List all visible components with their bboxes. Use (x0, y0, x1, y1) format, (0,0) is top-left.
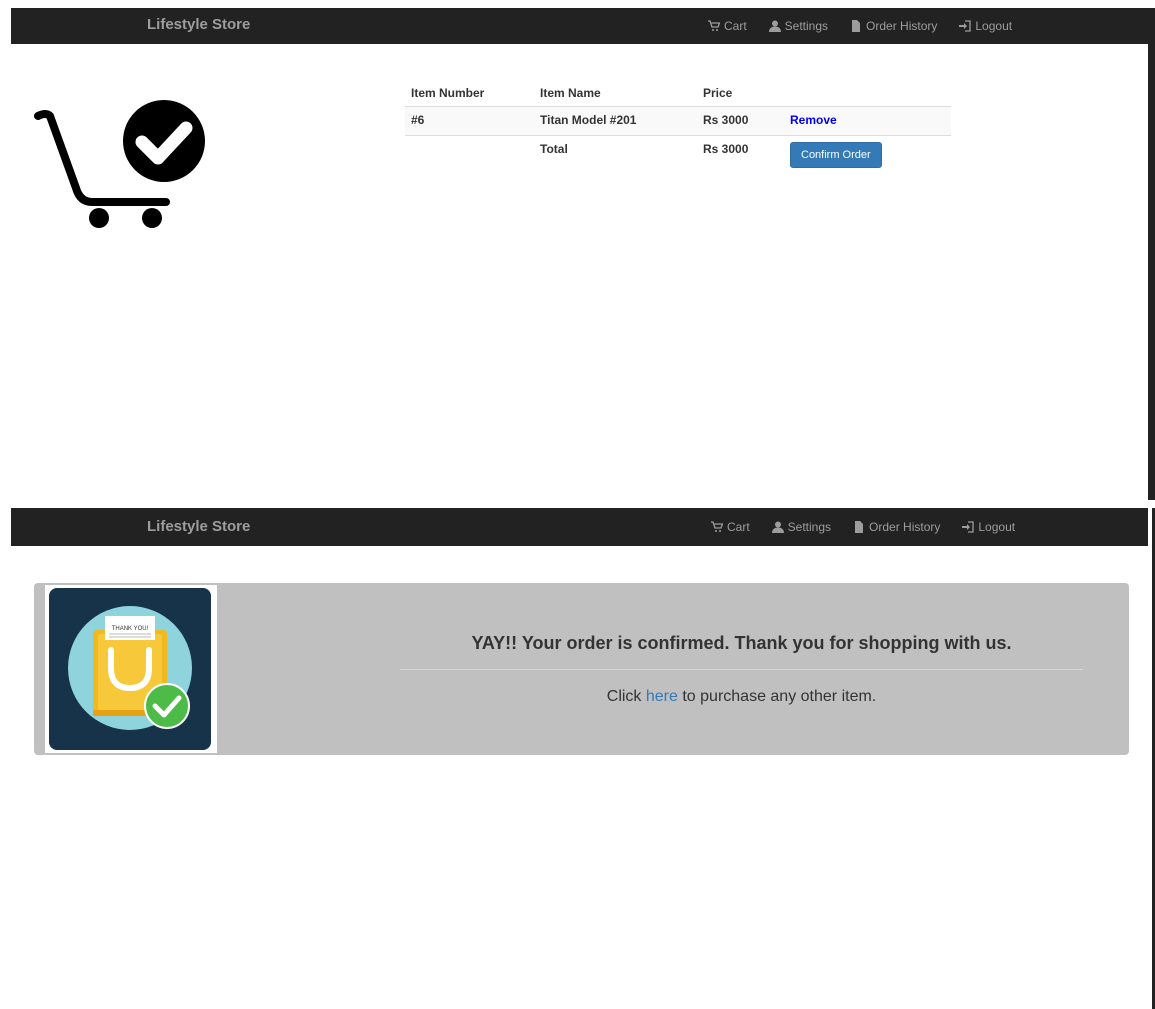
item-name: Titan Model #201 (534, 106, 697, 136)
nav-logout-link[interactable]: Logout (962, 520, 1015, 534)
header-item-number: Item Number (405, 80, 534, 107)
cart-confirmed-icon (34, 100, 205, 228)
shopping-bag-icon: THANK YOU! (49, 588, 211, 750)
nav-settings-link[interactable]: Settings (771, 520, 832, 534)
nav-cart-label: Cart (727, 520, 750, 534)
nav-order-history-link[interactable]: Order History (853, 520, 940, 534)
top-navbar: Lifestyle Store Cart Settings Order Hist… (11, 8, 1148, 44)
logout-icon (959, 20, 972, 32)
nav-settings-label: Settings (787, 520, 832, 534)
divider (400, 669, 1083, 670)
header-price: Price (697, 80, 784, 107)
total-price: Rs 3000 (703, 142, 749, 156)
user-icon (771, 521, 784, 533)
thank-you-image: THANK YOU! (45, 585, 217, 753)
header-item-name: Item Name (534, 80, 697, 107)
nav-order-history-link[interactable]: Order History (850, 19, 937, 33)
nav-logout-label: Logout (975, 19, 1013, 33)
nav-cart-link[interactable]: Cart (711, 520, 750, 534)
brand-link[interactable]: Lifestyle Store (147, 518, 250, 535)
thank-you-badge: THANK YOU! (112, 626, 149, 632)
sub-text-before: Click (606, 688, 646, 705)
cart-table: Item Number Item Name Price #6 Titan Mod… (405, 80, 951, 174)
header-action (784, 80, 951, 107)
sub-text-after: to purchase any other item. (677, 688, 877, 705)
table-row: #6 Titan Model #201 Rs 3000 Remove (405, 106, 951, 136)
item-price: Rs 3000 (697, 106, 784, 136)
nav-order-history-label: Order History (869, 520, 941, 534)
file-icon (852, 20, 861, 32)
scrollbar[interactable] (1148, 8, 1155, 500)
total-row: Total Rs 3000 Confirm Order (405, 136, 951, 175)
continue-shopping-text: Click here to purchase any other item. (400, 688, 1083, 706)
cart-icon (708, 20, 720, 31)
cart-icon (711, 521, 723, 532)
user-icon (768, 20, 781, 32)
file-icon (855, 521, 864, 533)
nav-settings-label: Settings (784, 19, 829, 33)
brand-link[interactable]: Lifestyle Store (147, 16, 250, 33)
remove-link[interactable]: Remove (790, 113, 837, 127)
total-label: Total (540, 142, 568, 156)
nav-order-history-label: Order History (866, 19, 938, 33)
cart-table-header: Item Number Item Name Price (405, 80, 951, 107)
item-number: #6 (405, 106, 534, 136)
nav-cart-label: Cart (724, 19, 747, 33)
bottom-navbar: Lifestyle Store Cart Settings Order Hist… (11, 508, 1148, 546)
here-link[interactable]: here (646, 688, 678, 705)
nav-logout-label: Logout (978, 520, 1016, 534)
nav-cart-link[interactable]: Cart (708, 19, 747, 33)
confirmation-heading: YAY!! Your order is confirmed. Thank you… (471, 633, 1012, 653)
confirm-order-button[interactable]: Confirm Order (790, 142, 882, 168)
logout-icon (962, 521, 975, 533)
nav-settings-link[interactable]: Settings (768, 19, 829, 33)
order-confirmation-panel: THANK YOU! YAY!! Your order is confirmed… (34, 583, 1129, 755)
nav-logout-link[interactable]: Logout (959, 19, 1012, 33)
